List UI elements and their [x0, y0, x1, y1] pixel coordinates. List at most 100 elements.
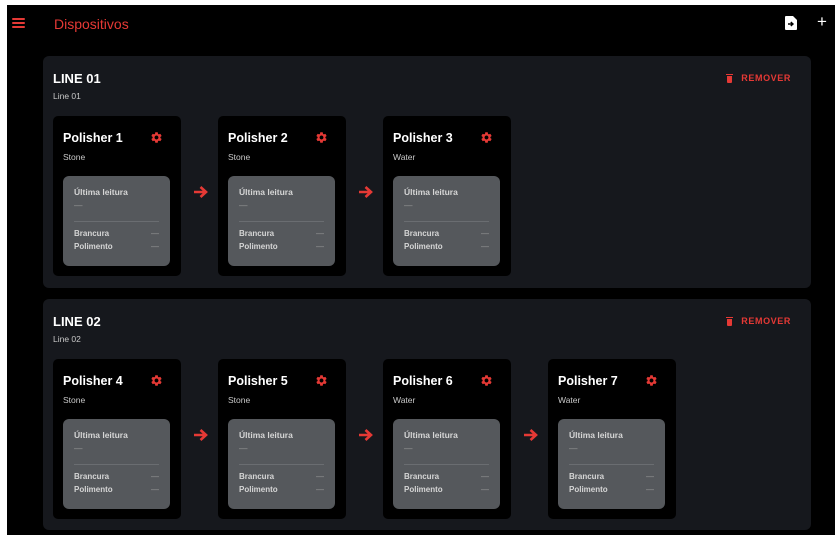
reading-panel: Última leitura — Brancura — Polimento —	[63, 176, 170, 266]
device-card[interactable]: Polisher 6 Water Última leitura — Brancu…	[383, 359, 511, 519]
whiteness-label: Brancura	[404, 229, 440, 238]
reading-panel: Última leitura — Brancura — Polimento —	[558, 419, 665, 509]
line-title: LINE 01	[53, 71, 101, 86]
divider	[239, 221, 324, 222]
device-name: Polisher 3	[393, 131, 453, 145]
device-name: Polisher 2	[228, 131, 288, 145]
whiteness-value: —	[316, 229, 324, 238]
divider	[404, 464, 489, 465]
device-name: Polisher 1	[63, 131, 123, 145]
polishing-value: —	[151, 485, 159, 494]
whiteness-label: Brancura	[569, 472, 605, 481]
whiteness-label: Brancura	[74, 229, 110, 238]
remove-label: REMOVER	[741, 73, 791, 83]
whiteness-value: —	[646, 472, 654, 481]
device-type: Stone	[228, 395, 251, 405]
polishing-label: Polimento	[239, 485, 278, 494]
divider	[239, 464, 324, 465]
polishing-label: Polimento	[74, 485, 113, 494]
gear-icon[interactable]	[480, 374, 493, 387]
gear-icon[interactable]	[315, 374, 328, 387]
arrow-right-icon	[359, 429, 373, 441]
remove-label: REMOVER	[741, 316, 791, 326]
line-panel: LINE 02 Line 02 REMOVER Polisher 4 Stone…	[43, 299, 811, 530]
remove-line-button[interactable]: REMOVER	[726, 73, 791, 83]
gear-icon[interactable]	[315, 131, 328, 144]
device-name: Polisher 4	[63, 374, 123, 388]
device-type: Water	[558, 395, 581, 405]
arrow-right-icon	[524, 429, 538, 441]
divider	[404, 221, 489, 222]
reading-label: Última leitura	[569, 430, 623, 440]
whiteness-value: —	[151, 229, 159, 238]
device-type: Water	[393, 395, 416, 405]
divider	[74, 221, 159, 222]
device-name: Polisher 5	[228, 374, 288, 388]
whiteness-label: Brancura	[239, 229, 275, 238]
polishing-label: Polimento	[404, 485, 443, 494]
reading-label: Última leitura	[404, 430, 458, 440]
device-card[interactable]: Polisher 1 Stone Última leitura — Brancu…	[53, 116, 181, 276]
divider	[569, 464, 654, 465]
gear-icon[interactable]	[645, 374, 658, 387]
reading-value: —	[239, 443, 248, 453]
arrow-right-icon	[359, 186, 373, 198]
device-card[interactable]: Polisher 7 Water Última leitura — Brancu…	[548, 359, 676, 519]
polishing-label: Polimento	[404, 242, 443, 251]
whiteness-value: —	[481, 229, 489, 238]
reading-value: —	[404, 200, 413, 210]
remove-line-button[interactable]: REMOVER	[726, 316, 791, 326]
reading-label: Última leitura	[239, 430, 293, 440]
add-button[interactable]: +	[815, 13, 829, 31]
reading-value: —	[569, 443, 578, 453]
device-type: Stone	[228, 152, 251, 162]
reading-value: —	[404, 443, 413, 453]
arrow-right-icon	[194, 186, 208, 198]
file-export-icon[interactable]	[785, 16, 797, 30]
app-window: Dispositivos + LINE 01 Line 01 REMOVER P…	[7, 5, 835, 535]
whiteness-value: —	[151, 472, 159, 481]
reading-label: Última leitura	[74, 430, 128, 440]
reading-value: —	[74, 443, 83, 453]
hamburger-menu-icon[interactable]	[12, 17, 26, 29]
polishing-label: Polimento	[74, 242, 113, 251]
line-panel: LINE 01 Line 01 REMOVER Polisher 1 Stone…	[43, 56, 811, 288]
polishing-value: —	[646, 485, 654, 494]
reading-label: Última leitura	[404, 187, 458, 197]
trash-icon	[726, 73, 734, 83]
device-card[interactable]: Polisher 4 Stone Última leitura — Brancu…	[53, 359, 181, 519]
polishing-value: —	[316, 485, 324, 494]
reading-value: —	[74, 200, 83, 210]
device-type: Water	[393, 152, 416, 162]
polishing-value: —	[481, 485, 489, 494]
line-subtitle: Line 02	[53, 334, 81, 344]
device-card[interactable]: Polisher 3 Water Última leitura — Brancu…	[383, 116, 511, 276]
polishing-value: —	[151, 242, 159, 251]
trash-icon	[726, 316, 734, 326]
gear-icon[interactable]	[150, 374, 163, 387]
reading-panel: Última leitura — Brancura — Polimento —	[393, 419, 500, 509]
divider	[74, 464, 159, 465]
gear-icon[interactable]	[480, 131, 493, 144]
reading-panel: Última leitura — Brancura — Polimento —	[393, 176, 500, 266]
line-subtitle: Line 01	[53, 91, 81, 101]
top-app-bar: Dispositivos +	[7, 5, 835, 43]
reading-panel: Última leitura — Brancura — Polimento —	[228, 419, 335, 509]
reading-value: —	[239, 200, 248, 210]
polishing-label: Polimento	[239, 242, 278, 251]
whiteness-value: —	[481, 472, 489, 481]
reading-panel: Última leitura — Brancura — Polimento —	[228, 176, 335, 266]
polishing-value: —	[316, 242, 324, 251]
polishing-label: Polimento	[569, 485, 608, 494]
reading-panel: Última leitura — Brancura — Polimento —	[63, 419, 170, 509]
reading-label: Última leitura	[74, 187, 128, 197]
gear-icon[interactable]	[150, 131, 163, 144]
whiteness-label: Brancura	[404, 472, 440, 481]
whiteness-label: Brancura	[74, 472, 110, 481]
device-card[interactable]: Polisher 5 Stone Última leitura — Brancu…	[218, 359, 346, 519]
device-name: Polisher 6	[393, 374, 453, 388]
device-card[interactable]: Polisher 2 Stone Última leitura — Brancu…	[218, 116, 346, 276]
device-type: Stone	[63, 152, 86, 162]
line-title: LINE 02	[53, 314, 101, 329]
page-title: Dispositivos	[54, 16, 129, 32]
